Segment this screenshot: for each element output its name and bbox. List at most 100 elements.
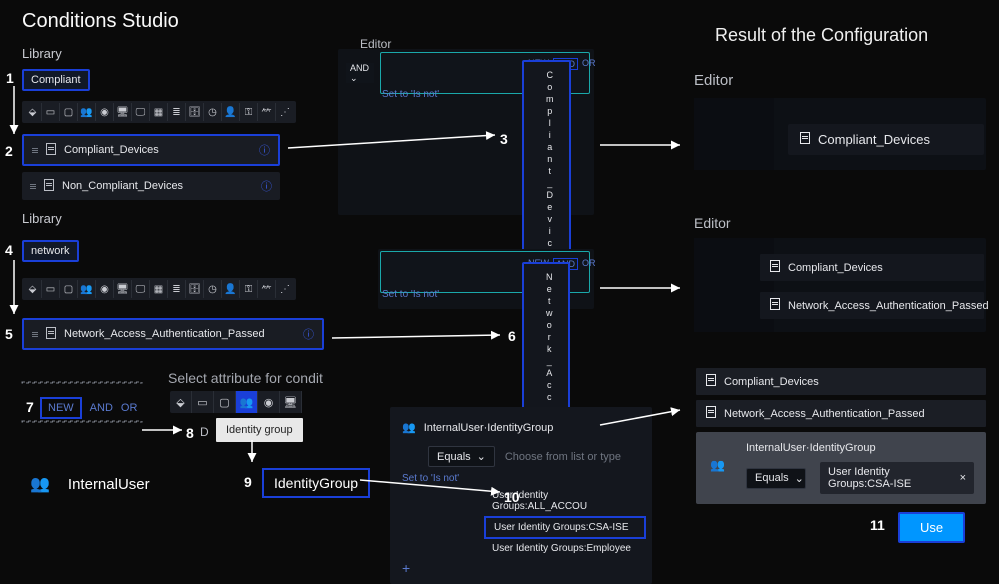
dictionary-item[interactable]: 👥 InternalUser	[30, 474, 150, 494]
dropdown-header-text: InternalUser·IdentityGroup	[424, 422, 554, 434]
globe-icon[interactable]: ◉	[96, 103, 114, 121]
lib2-item-netaccess[interactable]: Network_Access_Authentication_Passed ⓘ	[22, 318, 324, 350]
and-cell[interactable]: AND ⌄	[346, 63, 374, 83]
option-1[interactable]: User Identity Groups:CSA-ISE	[484, 516, 646, 539]
lib1-item-noncompliant[interactable]: Non_Compliant_Devices ⓘ	[22, 172, 280, 200]
result-4-label: Compliant_Devices	[724, 376, 819, 388]
operator-select[interactable]: Equals ⌄	[428, 446, 495, 467]
card-icon[interactable]: ▭	[42, 280, 60, 298]
final-operator[interactable]: Equals ⌄	[746, 468, 806, 489]
pin-icon[interactable]: ⬙	[170, 391, 192, 413]
doc-icon	[706, 406, 716, 421]
users-icon: 👥	[710, 458, 725, 472]
drag-handle-icon[interactable]	[32, 332, 38, 337]
step-5: 5	[5, 326, 13, 342]
db-icon[interactable]: 🗄	[186, 280, 204, 298]
step-8: 8	[186, 425, 194, 441]
set-to-2[interactable]: Set to 'Is not'	[382, 289, 439, 300]
drag-handle-icon[interactable]	[30, 184, 36, 189]
db-icon[interactable]: 🗄	[186, 103, 204, 121]
value-input[interactable]: Choose from list or type	[505, 451, 621, 463]
identity-group-icon[interactable]: 👥	[236, 391, 258, 413]
chevron-down-icon: ⌄	[795, 472, 804, 485]
library-label-2: Library	[22, 211, 62, 226]
monitor-icon[interactable]: 🖥	[280, 391, 302, 413]
pin-icon[interactable]: ⬙	[24, 280, 42, 298]
lib1-item-2-label: Non_Compliant_Devices	[62, 180, 183, 192]
card-icon[interactable]: ▭	[192, 391, 214, 413]
tree-icon[interactable]: ⺮	[258, 103, 276, 121]
info-icon[interactable]: ⓘ	[303, 326, 314, 342]
pin-icon[interactable]: ⬙	[24, 103, 42, 121]
result-tab-1[interactable]	[694, 98, 774, 170]
result-row-1: Compliant_Devices	[788, 124, 984, 155]
or-toggle[interactable]: OR	[121, 402, 138, 414]
editor-label-r2: Editor	[694, 215, 731, 231]
lib1-item-1-label: Compliant_Devices	[64, 144, 159, 156]
bars-icon[interactable]: ≣	[168, 103, 186, 121]
monitor-icon[interactable]: 🖥	[114, 280, 132, 298]
editor-label-r1: Editor	[694, 72, 733, 89]
use-button[interactable]: Use	[898, 512, 965, 543]
clock-icon[interactable]: ◷	[204, 280, 222, 298]
square-icon[interactable]: ▢	[60, 280, 78, 298]
window-icon[interactable]: ▦	[150, 103, 168, 121]
group-icon[interactable]: 👥	[78, 280, 96, 298]
close-icon[interactable]: ×	[960, 472, 966, 484]
step-9: 9	[244, 474, 252, 490]
globe-icon[interactable]: ◉	[258, 391, 280, 413]
key-icon[interactable]: ⚿	[240, 280, 258, 298]
user-icon[interactable]: 👤	[222, 280, 240, 298]
wifi-icon[interactable]: ⋰	[276, 103, 294, 121]
doc-icon	[800, 132, 810, 147]
new-toggle[interactable]: NEW	[40, 397, 82, 419]
users-small-icon: 👥	[402, 421, 416, 434]
bars-icon[interactable]: ≣	[168, 280, 186, 298]
add-condition-button[interactable]: +	[396, 558, 646, 578]
condition-dropdown: 👥 InternalUser·IdentityGroup Equals ⌄ Ch…	[390, 407, 652, 584]
result-row-2: Compliant_Devices	[760, 254, 984, 281]
mini-or[interactable]: OR	[582, 258, 596, 270]
attribute-identitygroup[interactable]: IdentityGroup	[262, 468, 370, 498]
drag-handle-icon[interactable]	[32, 148, 38, 153]
card-icon[interactable]: ▭	[42, 103, 60, 121]
step-11: 11	[870, 517, 885, 533]
lib1-item-compliant[interactable]: Compliant_Devices ⓘ	[22, 134, 280, 166]
library2-iconbar: ⬙ ▭ ▢ 👥 ◉ 🖥 🖵 ▦ ≣ 🗄 ◷ 👤 ⚿ ⺮ ⋰	[22, 278, 296, 300]
group-icon[interactable]: 👥	[78, 103, 96, 121]
step-2: 2	[5, 143, 13, 159]
globe-icon[interactable]: ◉	[96, 280, 114, 298]
square-icon[interactable]: ▢	[60, 103, 78, 121]
tree-icon[interactable]: ⺮	[258, 280, 276, 298]
dictionary-hint: D	[200, 425, 209, 439]
result-1-label: Compliant_Devices	[818, 132, 930, 147]
final-block: 👥 InternalUser·IdentityGroup Equals ⌄ Us…	[696, 432, 986, 504]
doc-icon	[706, 374, 716, 389]
mini-or[interactable]: OR	[582, 58, 596, 70]
user-icon[interactable]: 👤	[222, 103, 240, 121]
monitor2-icon[interactable]: 🖵	[132, 280, 150, 298]
option-2[interactable]: User Identity Groups:Employee	[484, 539, 646, 558]
doc-icon	[770, 298, 780, 313]
wifi-icon[interactable]: ⋰	[276, 280, 294, 298]
square-icon[interactable]: ▢	[214, 391, 236, 413]
doclib-icon	[46, 327, 56, 342]
monitor2-icon[interactable]: 🖵	[132, 103, 150, 121]
library2-search[interactable]: network	[22, 240, 79, 262]
monitor-icon[interactable]: 🖥	[114, 103, 132, 121]
dictionary-name: InternalUser	[68, 476, 150, 493]
set-to-1[interactable]: Set to 'Is not'	[382, 89, 439, 100]
info-icon[interactable]: ⓘ	[261, 178, 272, 194]
and-toggle[interactable]: AND	[90, 402, 113, 414]
users-icon: 👥	[30, 474, 50, 494]
set-to-isnot-3[interactable]: Set to 'Is not'	[396, 471, 646, 486]
window-icon[interactable]: ▦	[150, 280, 168, 298]
final-value[interactable]: User Identity Groups:CSA-ISE ×	[820, 462, 974, 494]
key-icon[interactable]: ⚿	[240, 103, 258, 121]
info-icon[interactable]: ⓘ	[259, 142, 270, 158]
doc-icon	[770, 260, 780, 275]
library1-search[interactable]: Compliant	[22, 69, 90, 91]
result-row-3: Network_Access_Authentication_Passed	[760, 292, 984, 319]
clock-icon[interactable]: ◷	[204, 103, 222, 121]
chevron-down-icon: ⌄	[477, 450, 486, 463]
